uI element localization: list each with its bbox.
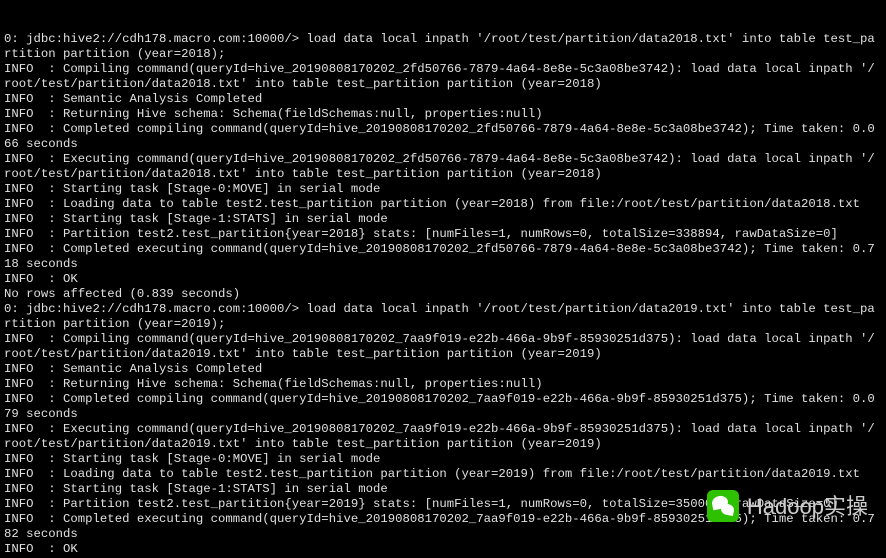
terminal-line: INFO : Partition test2.test_partition{ye… [4,227,882,242]
terminal-line: No rows affected (0.839 seconds) [4,287,882,302]
terminal-line: INFO : Starting task [Stage-0:MOVE] in s… [4,452,882,467]
terminal-line: INFO : Completed compiling command(query… [4,392,882,422]
terminal-line: INFO : Loading data to table test2.test_… [4,197,882,212]
terminal-line: 0: jdbc:hive2://cdh178.macro.com:10000/>… [4,302,882,332]
terminal-line: INFO : Executing command(queryId=hive_20… [4,152,882,182]
terminal-line: INFO : OK [4,272,882,287]
terminal-line: INFO : Starting task [Stage-1:STATS] in … [4,482,882,497]
terminal-line: INFO : Returning Hive schema: Schema(fie… [4,377,882,392]
terminal-line: INFO : OK [4,542,882,557]
terminal-line: INFO : Completed executing command(query… [4,242,882,272]
terminal-line: INFO : Starting task [Stage-0:MOVE] in s… [4,182,882,197]
terminal-line: INFO : Partition test2.test_partition{ye… [4,497,882,512]
terminal-line: INFO : Semantic Analysis Completed [4,92,882,107]
terminal-line: INFO : Compiling command(queryId=hive_20… [4,332,882,362]
terminal-line: INFO : Executing command(queryId=hive_20… [4,422,882,452]
terminal-line: INFO : Returning Hive schema: Schema(fie… [4,107,882,122]
terminal-line: 0: jdbc:hive2://cdh178.macro.com:10000/>… [4,32,882,62]
terminal-line: INFO : Loading data to table test2.test_… [4,467,882,482]
terminal-line: INFO : Starting task [Stage-1:STATS] in … [4,212,882,227]
terminal-line: INFO : Completed executing command(query… [4,512,882,542]
terminal-output[interactable]: 0: jdbc:hive2://cdh178.macro.com:10000/>… [0,0,886,558]
terminal-line: INFO : Compiling command(queryId=hive_20… [4,62,882,92]
terminal-line: INFO : Semantic Analysis Completed [4,362,882,377]
terminal-line: INFO : Completed compiling command(query… [4,122,882,152]
